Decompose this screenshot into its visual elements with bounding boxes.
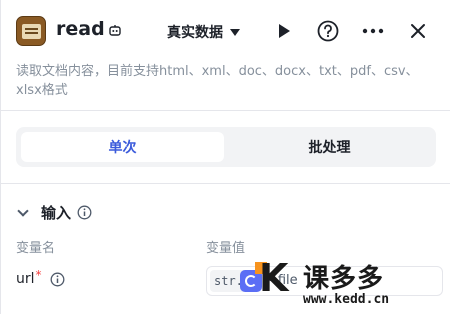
- caret-down-icon: [230, 28, 240, 36]
- param-url: url *: [16, 268, 65, 287]
- run-button[interactable]: [271, 18, 297, 44]
- tab-batch[interactable]: 批处理: [228, 132, 431, 162]
- divider: [1, 110, 450, 111]
- book-icon: [16, 16, 46, 46]
- more-button[interactable]: [360, 18, 386, 44]
- watermark-url: www.kedd.cn: [303, 292, 390, 307]
- play-icon: [279, 24, 290, 38]
- close-button[interactable]: [405, 18, 431, 44]
- column-header-value: 变量值: [206, 241, 246, 256]
- info-icon[interactable]: [50, 272, 65, 287]
- watermark-brand: 课多多: [303, 264, 385, 294]
- watermark-logo: K 课多多 www.kedd.cn: [253, 252, 450, 314]
- more-icon: [362, 28, 384, 34]
- watermark-mark: K: [259, 256, 289, 300]
- divider: [1, 183, 450, 184]
- run-mode-tabs: 单次 批处理: [16, 127, 436, 167]
- data-mode-label: 真实数据: [167, 25, 223, 41]
- close-icon: [411, 24, 425, 38]
- required-mark: *: [35, 268, 42, 282]
- help-icon: [317, 20, 339, 42]
- node-title[interactable]: read: [56, 18, 105, 40]
- help-button[interactable]: [315, 18, 341, 44]
- section-title: 输入: [41, 204, 72, 222]
- node-config-panel: read 真实数据 读取文档内容，目前支持html、xml、doc、docx、t…: [0, 0, 450, 314]
- panel-header: read 真实数据: [1, 0, 450, 62]
- node-description: 读取文档内容，目前支持html、xml、doc、docx、txt、pdf、csv…: [16, 64, 419, 98]
- data-mode-select[interactable]: 真实数据: [167, 22, 240, 42]
- input-section-header[interactable]: 输入: [16, 202, 92, 223]
- param-name: url: [16, 271, 35, 287]
- tab-single[interactable]: 单次: [21, 132, 224, 162]
- info-icon[interactable]: [77, 205, 92, 220]
- chevron-down-icon: [17, 204, 29, 217]
- column-header-name: 变量名: [16, 241, 56, 256]
- bot-icon[interactable]: [108, 24, 122, 38]
